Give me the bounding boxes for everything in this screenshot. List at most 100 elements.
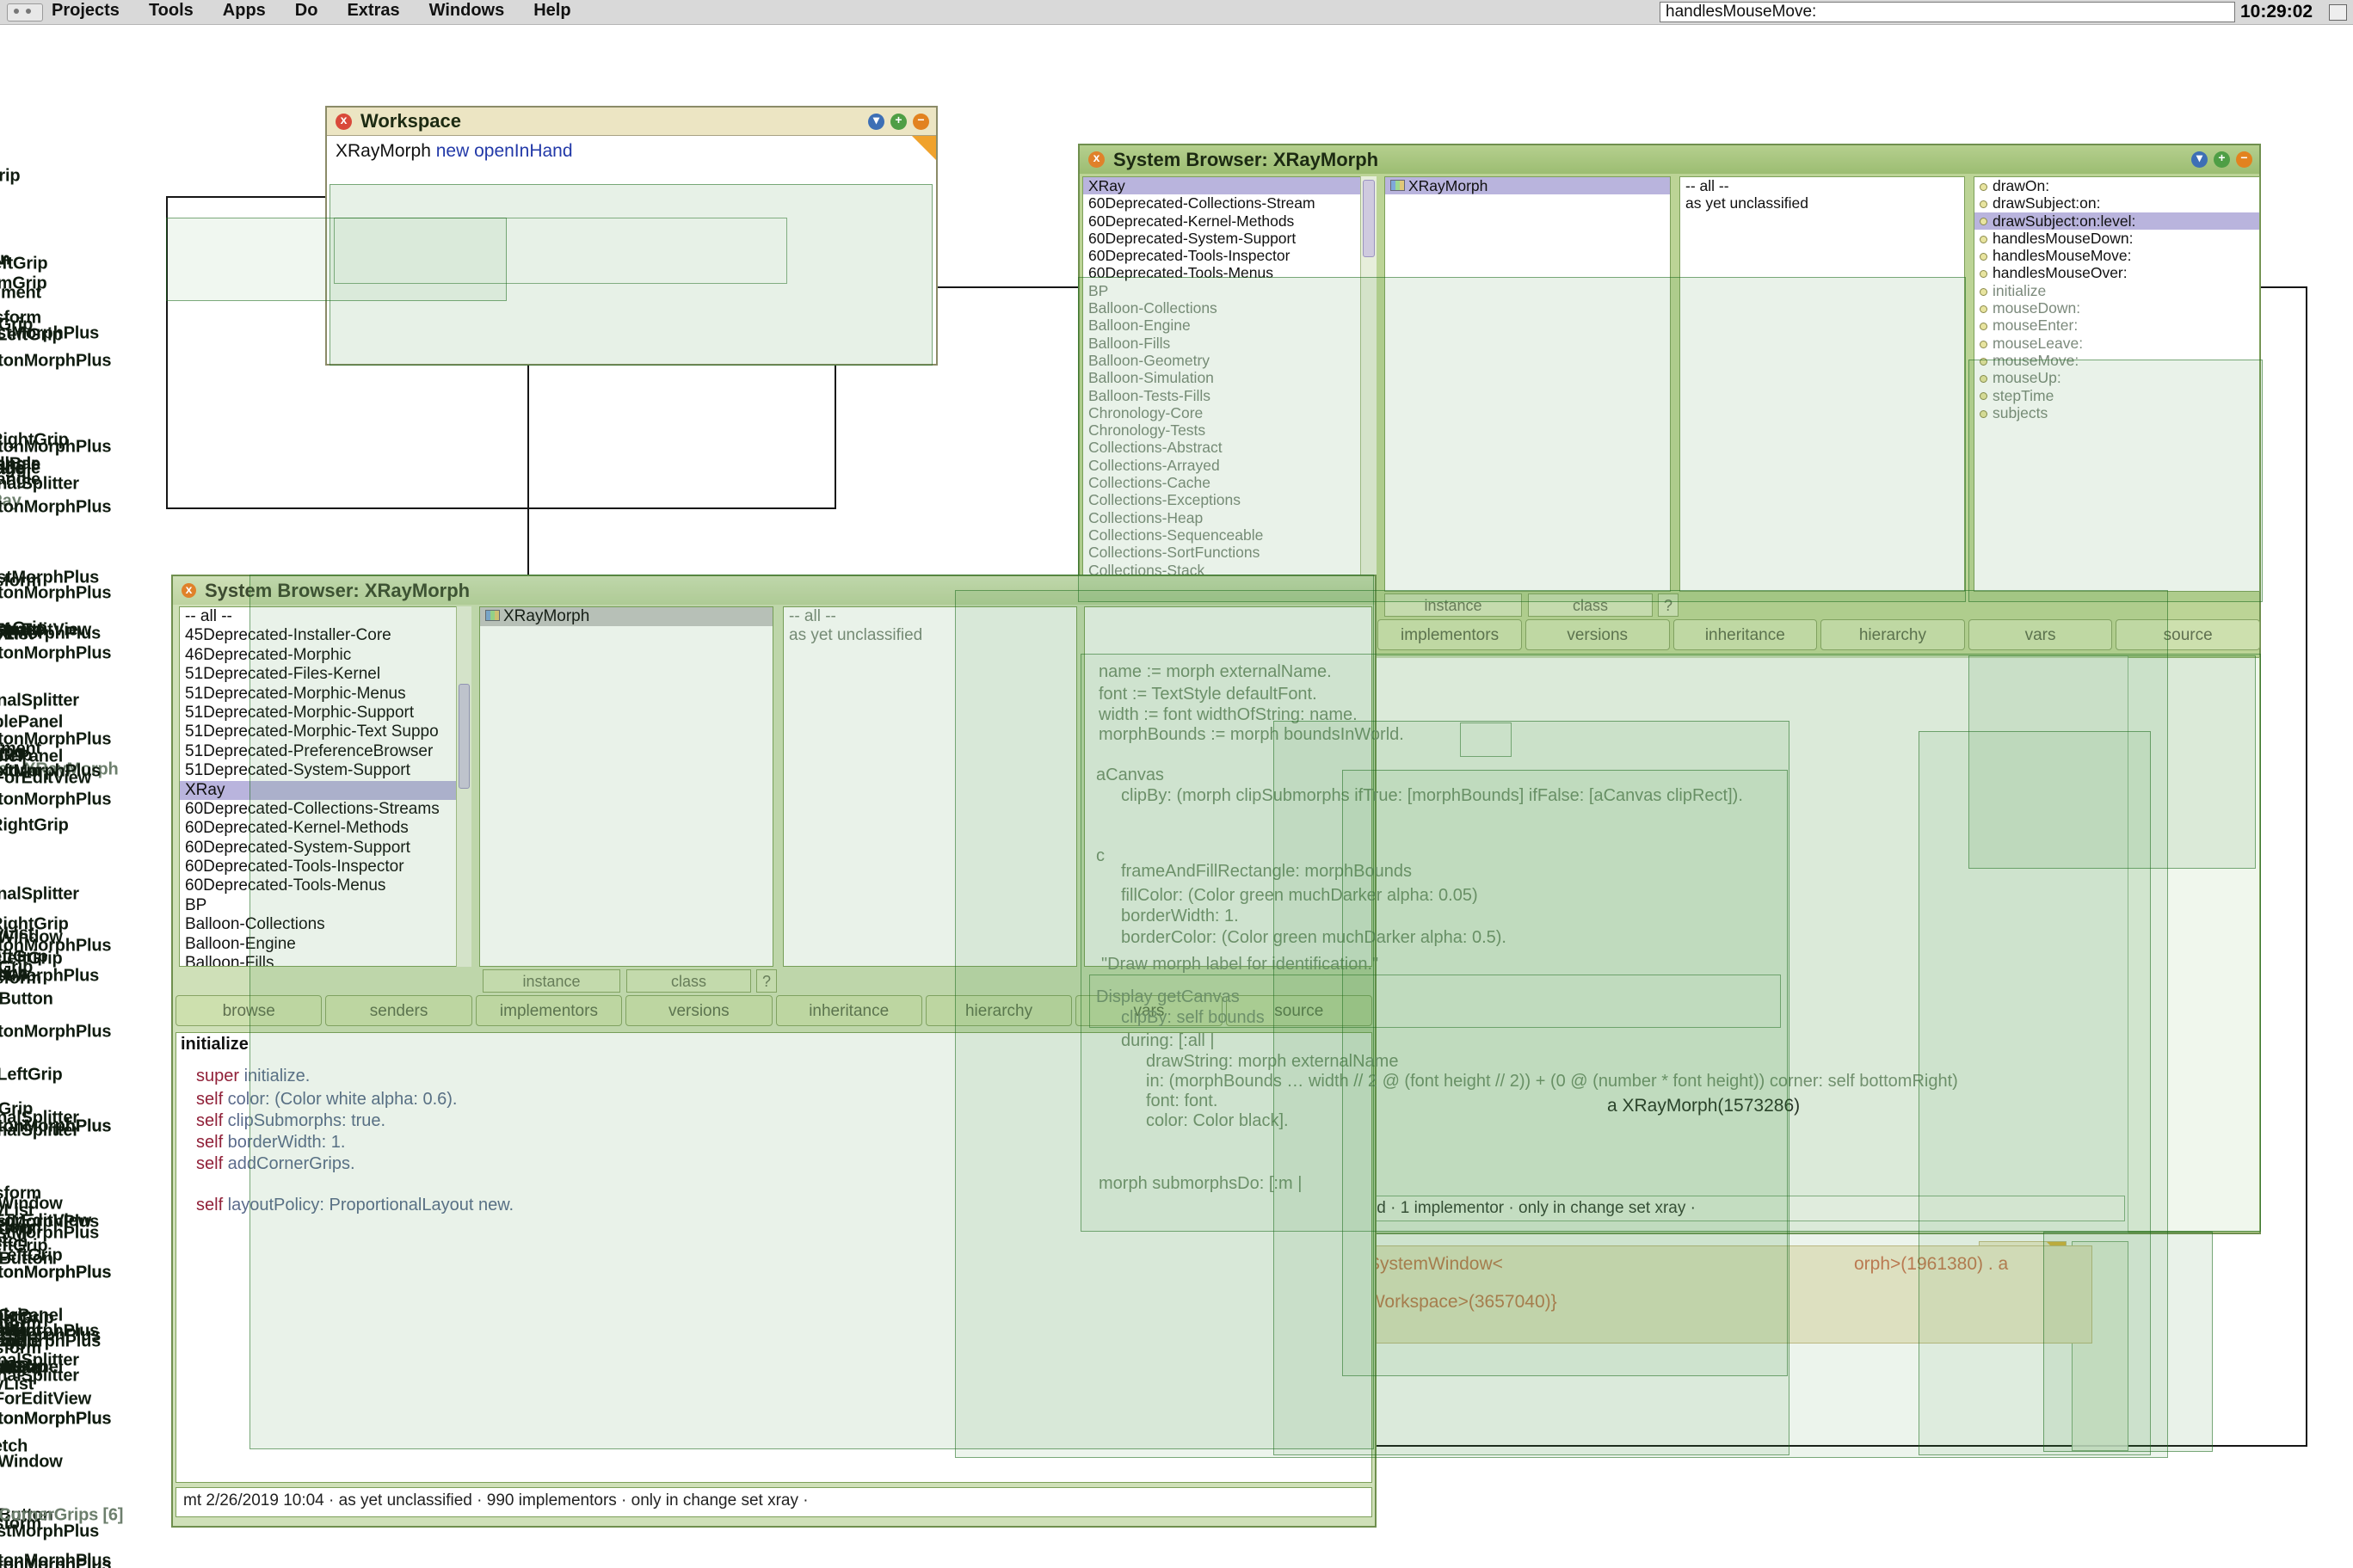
list-item[interactable]: handlesMouseDown: [1974,230,2259,247]
xray-label: TextMorphForEditView [0,1390,91,1410]
xray-label: PluggableButtonMorphPlus [0,498,111,518]
expand-icon[interactable]: + [890,114,907,130]
list-item[interactable]: drawSubject:on: [1974,194,2259,212]
xray-label: Senders of addCornerGrips [6] [0,1506,123,1526]
method-bullet-icon [1980,270,1987,278]
code-line: initialize [181,1035,249,1055]
method-bullet-icon [1980,341,1987,348]
xray-label: BottomGrip [0,1358,47,1378]
xray-label: TextMorphForEditView [0,1212,91,1232]
list-item[interactable]: as yet unclassified [1680,194,1964,212]
close-icon[interactable]: x [336,114,352,130]
close-icon[interactable]: x [1088,151,1105,168]
method-bullet-icon [1980,218,1987,225]
xray-label: PluggableButtonMorphPlus [0,1023,111,1042]
xray-sheet [2043,1232,2213,1452]
xray-label: PluggablePanel [0,713,63,733]
xray-label: PluggableButtonMorphPlus [0,1410,111,1430]
list-item[interactable]: -- all -- [1680,177,1964,194]
menu-icon[interactable]: ▾ [868,114,884,130]
scrollbar-thumb[interactable] [1363,180,1375,257]
list-item[interactable]: mouseDown: [1974,299,2259,317]
xray-label: ProportionalSplitter [0,885,79,905]
menu-item-projects[interactable]: Projects [52,1,120,21]
method-bullet-icon [1980,200,1987,208]
collapse-icon[interactable]: − [2236,151,2252,168]
scroll-corner-icon [912,136,936,160]
collapse-icon[interactable]: − [913,114,929,130]
expand-icon[interactable]: + [2214,151,2230,168]
xray-label: on [0,250,10,270]
title-bar[interactable]: x System Browser: XRayMorph ▾ + − [1080,145,2259,174]
list-item[interactable]: 60Deprecated-Kernel-Methods [1083,212,1375,230]
list-item[interactable]: 60Deprecated-System-Support [1083,230,1375,247]
xray-label: Transform [0,1322,41,1342]
xray-label: ProportionalSplitter [0,692,79,711]
xray-label: PluggableButtonMorphPlus [0,1264,111,1283]
xray-label: BottomLeftGrip [0,1246,62,1266]
menu-bar: Projects Tools Apps Do Extras Windows Help 10:… [0,0,2353,25]
title-bar[interactable]: x Workspace ▾ + − [327,108,936,136]
class-icon [1390,180,1405,191]
close-icon[interactable]: x [182,583,196,598]
menu-item-apps[interactable]: Apps [223,1,266,21]
list-item[interactable]: mouseEnter: [1974,317,2259,334]
status-bar: mt 2/26/2019 10:04 · as yet unclassified… [176,1487,1372,1517]
xray-sheet [1968,360,2263,602]
squeak-logo-icon[interactable] [7,3,43,22]
method-bullet-icon [1980,183,1987,191]
menu-item-extras[interactable]: Extras [347,1,399,21]
xray-label: ProportionalSplitter [0,1109,79,1128]
xray-label: Transform [0,1184,41,1204]
menu-item-do[interactable]: Do [295,1,318,21]
window-controls: ▾ + − [868,114,929,130]
list-item[interactable]: handlesMouseOver: [1974,264,2259,281]
list-item[interactable]: initialize [1974,282,2259,299]
list-item[interactable]: drawOn: [1974,177,2259,194]
list-item[interactable]: drawSubject:on:level: [1974,212,2259,230]
xray-label: Transform [0,309,41,329]
xray-label: Transform [0,762,41,782]
method-bullet-icon [1980,288,1987,296]
menu-item-tools[interactable]: Tools [149,1,194,21]
xray-sheet [1078,277,1966,602]
list-item[interactable]: 60Deprecated-Tools-Inspector [1083,247,1375,264]
xray-label: BottomLeftGrip [0,1066,62,1085]
xray-label: PluggableButtonMorphPlus [0,438,111,458]
xray-label: PluggableButtonMorphPlus [0,644,111,664]
list-item[interactable]: 60Deprecated-Collections-Stream [1083,194,1375,212]
xray-label: BottomLeftGrip [0,950,62,969]
method-bullet-icon [1980,305,1987,313]
window-controls: ▾ + − [2191,151,2252,168]
xray-label: tGrip [0,167,20,187]
xray-outline [334,218,787,284]
xray-outline [1460,723,1512,757]
menu-icon[interactable]: ▾ [2191,151,2208,168]
menu-items: Projects Tools Apps Do Extras Windows Help [52,1,571,21]
xray-label: Alignment [0,284,41,304]
list-item[interactable]: XRay [1083,177,1375,194]
method-bullet-icon [1980,236,1987,243]
list-item[interactable]: handlesMouseMove: [1974,247,2259,264]
menu-item-windows[interactable]: Windows [429,1,505,21]
method-bullet-icon [1980,323,1987,330]
desktop: Projects Tools Apps Do Extras Windows Help 10:… [0,0,2353,1568]
window-title: Workspace [360,110,461,132]
xray-label: PluggableButtonMorphPlus [0,790,111,810]
xray-label: PluggableButtonMorphPlus [0,352,111,372]
xray-label: PluggableButtonMorphPlus [0,730,111,750]
menu-item-help[interactable]: Help [533,1,570,21]
list-item[interactable]: mouseLeave: [1974,335,2259,352]
xray-label: MorphButton [0,990,53,1010]
xray-label: BottomRightGrip [0,816,69,836]
xray-outline [1089,975,1781,1028]
clock[interactable]: 10:29:02 [2240,2,2313,22]
method-bullet-icon [1980,253,1987,261]
message-name-field[interactable] [1660,2,2235,22]
xray-label: PluggableButtonMorphPlus [0,584,111,604]
xray-sheet [1342,770,1788,1376]
xray-label: Image [0,459,24,479]
list-item[interactable]: XRayMorph [1385,177,1670,194]
workspace-code: XRayMorph [336,141,431,161]
xray-label: LazyList [0,625,34,645]
